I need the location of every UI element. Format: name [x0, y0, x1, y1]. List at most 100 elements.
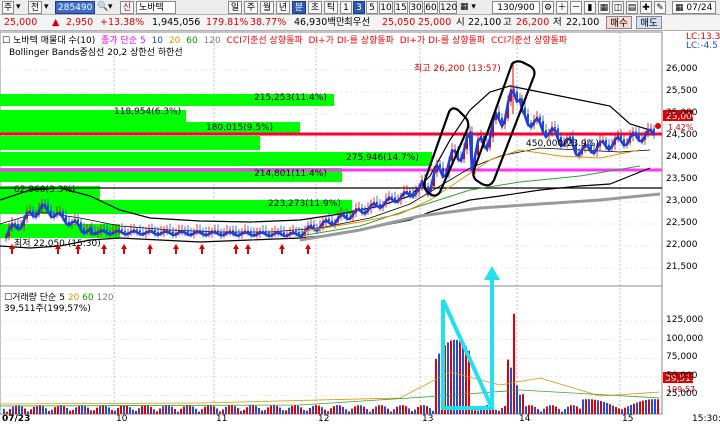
candle-body	[232, 230, 234, 232]
volume-bar	[237, 408, 239, 414]
profile-label: 118,954(6.3%)	[114, 107, 182, 117]
volume-bar	[597, 400, 599, 414]
volume-bar	[306, 410, 308, 414]
price-tick: 22,500	[666, 218, 698, 228]
volume-bar	[462, 343, 464, 414]
volume-bar	[90, 410, 92, 414]
candle-body	[247, 230, 249, 232]
volume-bar	[573, 405, 575, 414]
volume-bar	[609, 404, 611, 414]
volume-bar	[633, 403, 635, 414]
volume-bar	[99, 405, 101, 414]
volume-bar	[345, 409, 347, 414]
volume-bar	[159, 408, 161, 414]
volume-bar	[399, 405, 401, 414]
volume-bar	[204, 406, 206, 414]
volume-tick: 50,000	[666, 370, 698, 381]
volume-bar	[240, 410, 242, 414]
volume-bar	[504, 406, 506, 414]
volume-bar	[579, 408, 581, 414]
volume-bar	[366, 408, 368, 414]
volume-bar	[570, 405, 572, 414]
legend-bb-lower: 하한선	[157, 48, 183, 58]
volume-bar	[93, 410, 95, 414]
volume-bar	[252, 405, 254, 414]
volume-bar	[195, 408, 197, 414]
volume-bar	[315, 405, 317, 414]
volume-bar	[654, 399, 656, 414]
volume-bar	[411, 411, 413, 414]
volume-bar	[384, 406, 386, 414]
volume-bar	[402, 405, 404, 414]
volume-bar	[12, 406, 14, 414]
volume-bar	[261, 410, 263, 414]
price-chart[interactable]: 25,0001.42% 39,511199.57	[0, 0, 720, 425]
price-tick: 21,500	[666, 262, 698, 272]
candle-body	[187, 230, 189, 233]
low-note: 최저 22,050 (15:30)	[14, 239, 101, 249]
volume-tick: 25,000	[666, 389, 698, 400]
candle-body	[343, 213, 345, 215]
volume-bar	[387, 408, 389, 414]
volume-bar	[552, 405, 554, 414]
legend-ma-60: 60	[186, 36, 198, 46]
volume-bar	[396, 406, 398, 414]
volume-bar	[507, 359, 509, 414]
volume-bar	[330, 408, 332, 414]
volume-bar	[162, 406, 164, 414]
volume-bar	[516, 385, 518, 414]
volume-bar	[525, 406, 527, 414]
price-tick: 23,500	[666, 174, 698, 184]
candle-body	[298, 231, 300, 234]
volume-bar	[21, 406, 23, 414]
volume-tick: 100,000	[666, 333, 704, 344]
volume-bar	[126, 405, 128, 414]
volume-bar	[588, 399, 590, 414]
volume-bar	[612, 405, 614, 414]
volume-bar	[309, 407, 311, 414]
candle-body	[14, 222, 16, 224]
volume-pane[interactable]	[0, 285, 663, 415]
volume-bar	[15, 405, 17, 414]
volume-bar	[426, 406, 428, 414]
candle-body	[295, 230, 297, 232]
candle-body	[217, 230, 219, 233]
volume-bar	[423, 405, 425, 414]
volume-bar	[273, 405, 275, 414]
volume-bar	[45, 408, 47, 414]
volume-bar	[534, 406, 536, 414]
volume-bar	[615, 406, 617, 414]
volume-bar	[147, 405, 149, 414]
candle-body	[109, 231, 111, 233]
time-tick: 13	[422, 414, 434, 424]
volume-bar	[264, 410, 266, 414]
volume-bar	[171, 406, 173, 414]
volume-bar	[447, 342, 449, 414]
candle-body	[124, 230, 126, 233]
volume-bar	[369, 411, 371, 414]
volume-bar	[381, 405, 383, 414]
signal-dot	[655, 123, 661, 129]
candle-body	[205, 232, 207, 234]
time-tick: 11	[216, 414, 228, 424]
candle-body	[391, 196, 393, 198]
candle-body	[184, 229, 186, 231]
volume-bar	[519, 394, 521, 414]
volume-bar	[360, 405, 362, 414]
volume-bar	[285, 410, 287, 414]
volume-bar	[246, 407, 248, 414]
volume-bar	[627, 406, 629, 414]
volume-bar	[51, 409, 53, 414]
candle-body	[44, 203, 46, 205]
candle-body	[328, 218, 330, 221]
volume-bar	[408, 408, 410, 414]
volume-bar	[312, 405, 314, 414]
volume-bar	[141, 406, 143, 414]
volume-bar	[495, 409, 497, 414]
candle-body	[139, 230, 141, 233]
volume-bar	[120, 405, 122, 414]
high-note: 최고 26,200 (13:57)	[414, 64, 501, 74]
volume-bar	[459, 341, 461, 414]
profile-label: 180,015(9.5%)	[206, 123, 274, 133]
time-tick: 10	[116, 414, 128, 424]
